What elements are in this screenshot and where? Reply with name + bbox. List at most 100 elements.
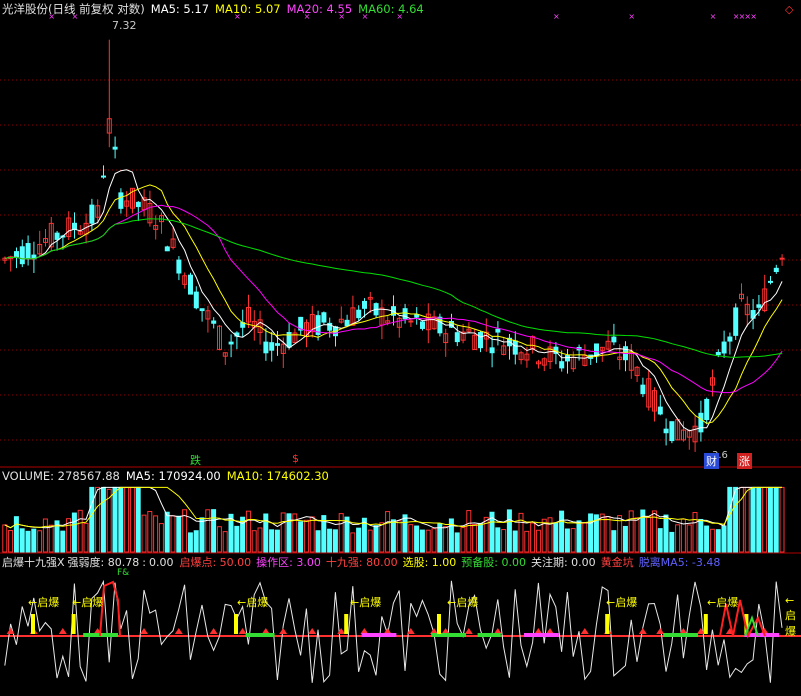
volume-bar <box>733 486 739 553</box>
top-x-marker: × <box>48 12 55 21</box>
volume-bar <box>129 486 135 553</box>
diamond-icon[interactable]: ◇ <box>785 3 793 16</box>
candle-body <box>275 343 280 346</box>
volume-bar <box>767 486 773 553</box>
candle-body <box>773 267 779 273</box>
volume-bar <box>773 486 779 553</box>
volume-bar <box>390 519 396 553</box>
volume-bar <box>605 516 611 553</box>
high-price-label: 7.32 <box>112 19 137 32</box>
qibao-label-6: ←启爆 <box>606 596 638 609</box>
candle-body <box>321 312 327 323</box>
volume-bar <box>443 526 449 553</box>
top-x-marker: × <box>628 12 635 21</box>
ma60-line <box>4 218 783 358</box>
volume-bar <box>454 532 460 553</box>
volume-bar <box>535 529 541 553</box>
candle-body <box>779 257 785 260</box>
volume-bar <box>518 512 524 553</box>
up-arrow-marker <box>209 628 218 634</box>
up-arrow-marker <box>279 628 288 634</box>
top-x-marker: × <box>234 12 241 21</box>
candle-body <box>420 321 425 329</box>
volume-bar <box>506 509 512 553</box>
candle-body <box>715 351 721 356</box>
volume-bar <box>414 525 420 553</box>
volume-bar <box>588 513 594 553</box>
candle-body <box>768 280 773 283</box>
volume-bar <box>715 529 721 553</box>
volume-bar <box>77 509 83 553</box>
volume-bar <box>216 526 222 553</box>
candle-body <box>263 341 269 354</box>
qibao-bar <box>344 614 349 634</box>
candle-body <box>698 412 704 433</box>
volume-bar <box>164 511 170 553</box>
volume-bar <box>727 486 733 553</box>
qibao-label-2: ←启爆 <box>72 596 104 609</box>
volume-bar <box>530 522 536 553</box>
volume-bar <box>135 486 141 553</box>
candle-body <box>756 304 762 308</box>
candle-body <box>188 274 193 295</box>
candle-body <box>101 175 106 178</box>
up-arrow-marker <box>174 628 183 634</box>
qibao-label-8: ←启爆 <box>785 594 796 638</box>
volume-bar <box>385 511 391 553</box>
zhang-marker: 涨 <box>737 453 752 469</box>
volume-bar <box>750 486 756 553</box>
volume-bar <box>756 486 762 553</box>
volume-bar <box>141 514 147 553</box>
volume-bar <box>13 516 19 553</box>
volume-bar <box>199 517 205 553</box>
volume-bar <box>501 529 507 553</box>
volume-bar <box>611 530 617 553</box>
candle-body <box>594 343 599 357</box>
candle-body <box>14 251 19 258</box>
candle-body <box>118 192 124 209</box>
volume-bar <box>425 529 431 553</box>
volume-bar <box>211 509 217 553</box>
baseline-segment <box>361 633 397 637</box>
volume-bar <box>663 514 669 553</box>
volume-bar <box>234 525 240 553</box>
volume-bar <box>408 524 414 553</box>
candle-body <box>112 146 118 150</box>
candlestick-chart[interactable]: × × × × × × × × × × × × × × <box>0 0 801 696</box>
candle-body <box>704 398 710 421</box>
candle-body <box>611 336 617 343</box>
volume-bar <box>25 530 31 553</box>
volume-bar <box>553 522 559 553</box>
qibao-bar <box>71 614 76 634</box>
volume-bar <box>564 528 570 553</box>
candle-body <box>54 232 60 240</box>
chart-window: 光洋股份(日线 前复权 对数) MA5: 5.17 MA10: 5.07 MA20: … <box>0 0 801 696</box>
volume-bar <box>158 523 164 553</box>
volume-bar <box>315 530 321 553</box>
volume-bar <box>472 524 478 553</box>
baseline-segment <box>477 633 501 637</box>
candle-body <box>495 328 501 333</box>
baseline-segment <box>245 633 275 637</box>
volume-bar <box>147 510 153 553</box>
up-arrow-marker <box>580 628 589 634</box>
candle-body <box>559 361 565 369</box>
top-x-marker: × <box>362 12 369 21</box>
volume-bar <box>327 528 333 553</box>
top-x-marker: × <box>338 12 345 21</box>
volume-bar <box>338 513 344 553</box>
volume-bar <box>350 532 356 553</box>
candle-body <box>478 332 483 349</box>
volume-bar <box>402 514 408 553</box>
volume-bar <box>303 519 309 553</box>
candle-body <box>663 428 669 434</box>
volume-bar <box>309 516 315 553</box>
volume-bar <box>31 528 37 553</box>
volume-bar <box>118 486 124 553</box>
baseline-segment <box>431 633 466 637</box>
dollar-marker: $ <box>292 452 299 465</box>
candle-body <box>565 355 570 362</box>
volume-bar <box>83 522 89 553</box>
volume-bar <box>466 510 472 553</box>
candle-body <box>727 336 733 342</box>
